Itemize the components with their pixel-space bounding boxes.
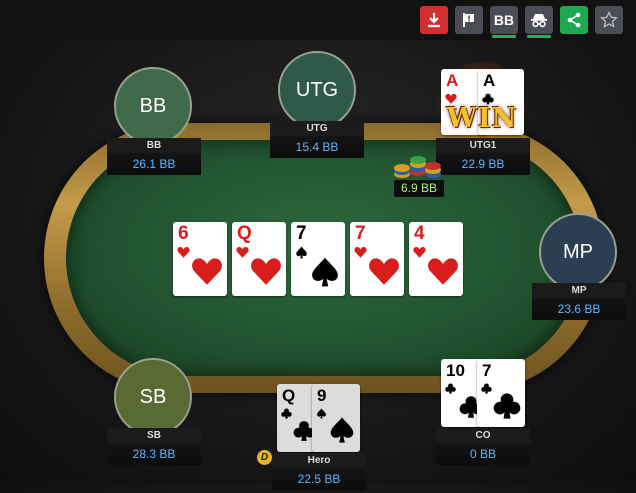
heart-icon	[251, 258, 281, 285]
seat-mp-name: MP	[532, 283, 626, 298]
heart-icon	[192, 258, 222, 285]
card-rank: 4	[414, 223, 425, 244]
seat-mp-stack: 23.6 BB	[532, 298, 626, 320]
spade-icon	[330, 417, 354, 443]
hero-card-2: 9	[312, 384, 360, 452]
seat-mp-avatar-label: MP	[563, 240, 593, 263]
spade-icon	[312, 257, 338, 287]
card-rank: A	[483, 71, 496, 90]
heart-icon	[236, 246, 249, 258]
active-indicator	[527, 35, 551, 38]
seat-bb-avatar[interactable]: BB	[114, 67, 192, 145]
club-icon	[281, 408, 292, 419]
star-icon	[600, 11, 618, 28]
download-button[interactable]	[420, 6, 448, 34]
seat-utg-avatar[interactable]: UTG	[278, 51, 356, 129]
seat-co-card-2: 7	[477, 359, 525, 427]
share-button[interactable]	[560, 6, 588, 34]
seat-sb-avatar[interactable]: SB	[114, 358, 192, 436]
seat-bb-name: BB	[107, 138, 201, 153]
seat-utg1-stack: 22.9 BB	[436, 153, 530, 175]
heart-icon	[177, 246, 190, 258]
dealer-button: D	[257, 450, 272, 465]
card-rank: Q	[282, 386, 296, 405]
heart-icon	[428, 258, 458, 285]
card-rank: 9	[317, 386, 327, 405]
seat-utg1-name: UTG1	[436, 138, 530, 153]
seat-co-name: CO	[436, 428, 530, 443]
club-icon	[445, 383, 456, 394]
toolbar: BB	[0, 0, 636, 40]
board-card-4: 7	[350, 222, 404, 296]
card-rank: 10	[446, 361, 465, 380]
card-rank: 6	[178, 223, 189, 244]
seat-bb-nameplate: BB 26.1 BB	[107, 138, 201, 178]
board-card-5: 4	[409, 222, 463, 296]
seat-sb-nameplate: SB 28.3 BB	[107, 428, 201, 468]
card-rank: 7	[355, 223, 366, 244]
seat-utg1-nameplate: UTG1 22.9 BB	[436, 138, 530, 178]
seat-co-nameplate: CO 0 BB	[436, 428, 530, 468]
pot-chips-icon	[390, 152, 446, 182]
incognito-button[interactable]	[525, 6, 553, 38]
seat-co-stack: 0 BB	[436, 443, 530, 465]
club-icon	[493, 393, 521, 419]
flag-exclamation-icon	[463, 13, 474, 27]
card-rank: Q	[237, 223, 252, 244]
seat-sb-name: SB	[107, 428, 201, 443]
seat-sb-avatar-label: SB	[139, 385, 167, 408]
board-card-2: Q	[232, 222, 286, 296]
favorite-button[interactable]	[595, 6, 623, 34]
seat-hero-nameplate: Hero 22.5 BB	[272, 453, 366, 493]
win-badge: WIN	[446, 103, 518, 134]
heart-icon	[369, 258, 399, 285]
bb-toggle-button[interactable]: BB	[490, 6, 518, 38]
board-card-1: 6	[173, 222, 227, 296]
seat-bb-avatar-label: BB	[139, 94, 167, 117]
seat-hero-name: Hero	[272, 453, 366, 468]
active-indicator	[492, 35, 516, 38]
seat-utg-stack: 15.4 BB	[270, 136, 364, 158]
spade-icon	[296, 246, 307, 259]
seat-mp-nameplate: MP 23.6 BB	[532, 283, 626, 323]
seat-utg-avatar-label: UTG	[295, 78, 339, 101]
incognito-icon	[531, 14, 547, 28]
seat-bb-stack: 26.1 BB	[107, 153, 201, 175]
seat-mp-avatar[interactable]: MP	[539, 213, 617, 291]
club-icon	[481, 383, 492, 394]
bb-toggle-label: BB	[493, 12, 515, 28]
spade-icon	[317, 408, 326, 419]
report-button[interactable]	[455, 6, 483, 34]
heart-icon	[354, 246, 367, 258]
share-icon	[567, 12, 581, 28]
card-rank: 7	[296, 223, 307, 244]
seat-sb-stack: 28.3 BB	[107, 443, 201, 465]
seat-utg-nameplate: UTG 15.4 BB	[270, 121, 364, 161]
card-rank: A	[446, 71, 459, 90]
download-icon	[428, 13, 440, 28]
heart-icon	[413, 246, 426, 258]
seat-utg-name: UTG	[270, 121, 364, 136]
card-rank: 7	[482, 361, 492, 380]
pot-amount: 6.9 BB	[394, 180, 444, 197]
board-card-3: 7	[291, 222, 345, 296]
seat-hero-stack: 22.5 BB	[272, 468, 366, 490]
